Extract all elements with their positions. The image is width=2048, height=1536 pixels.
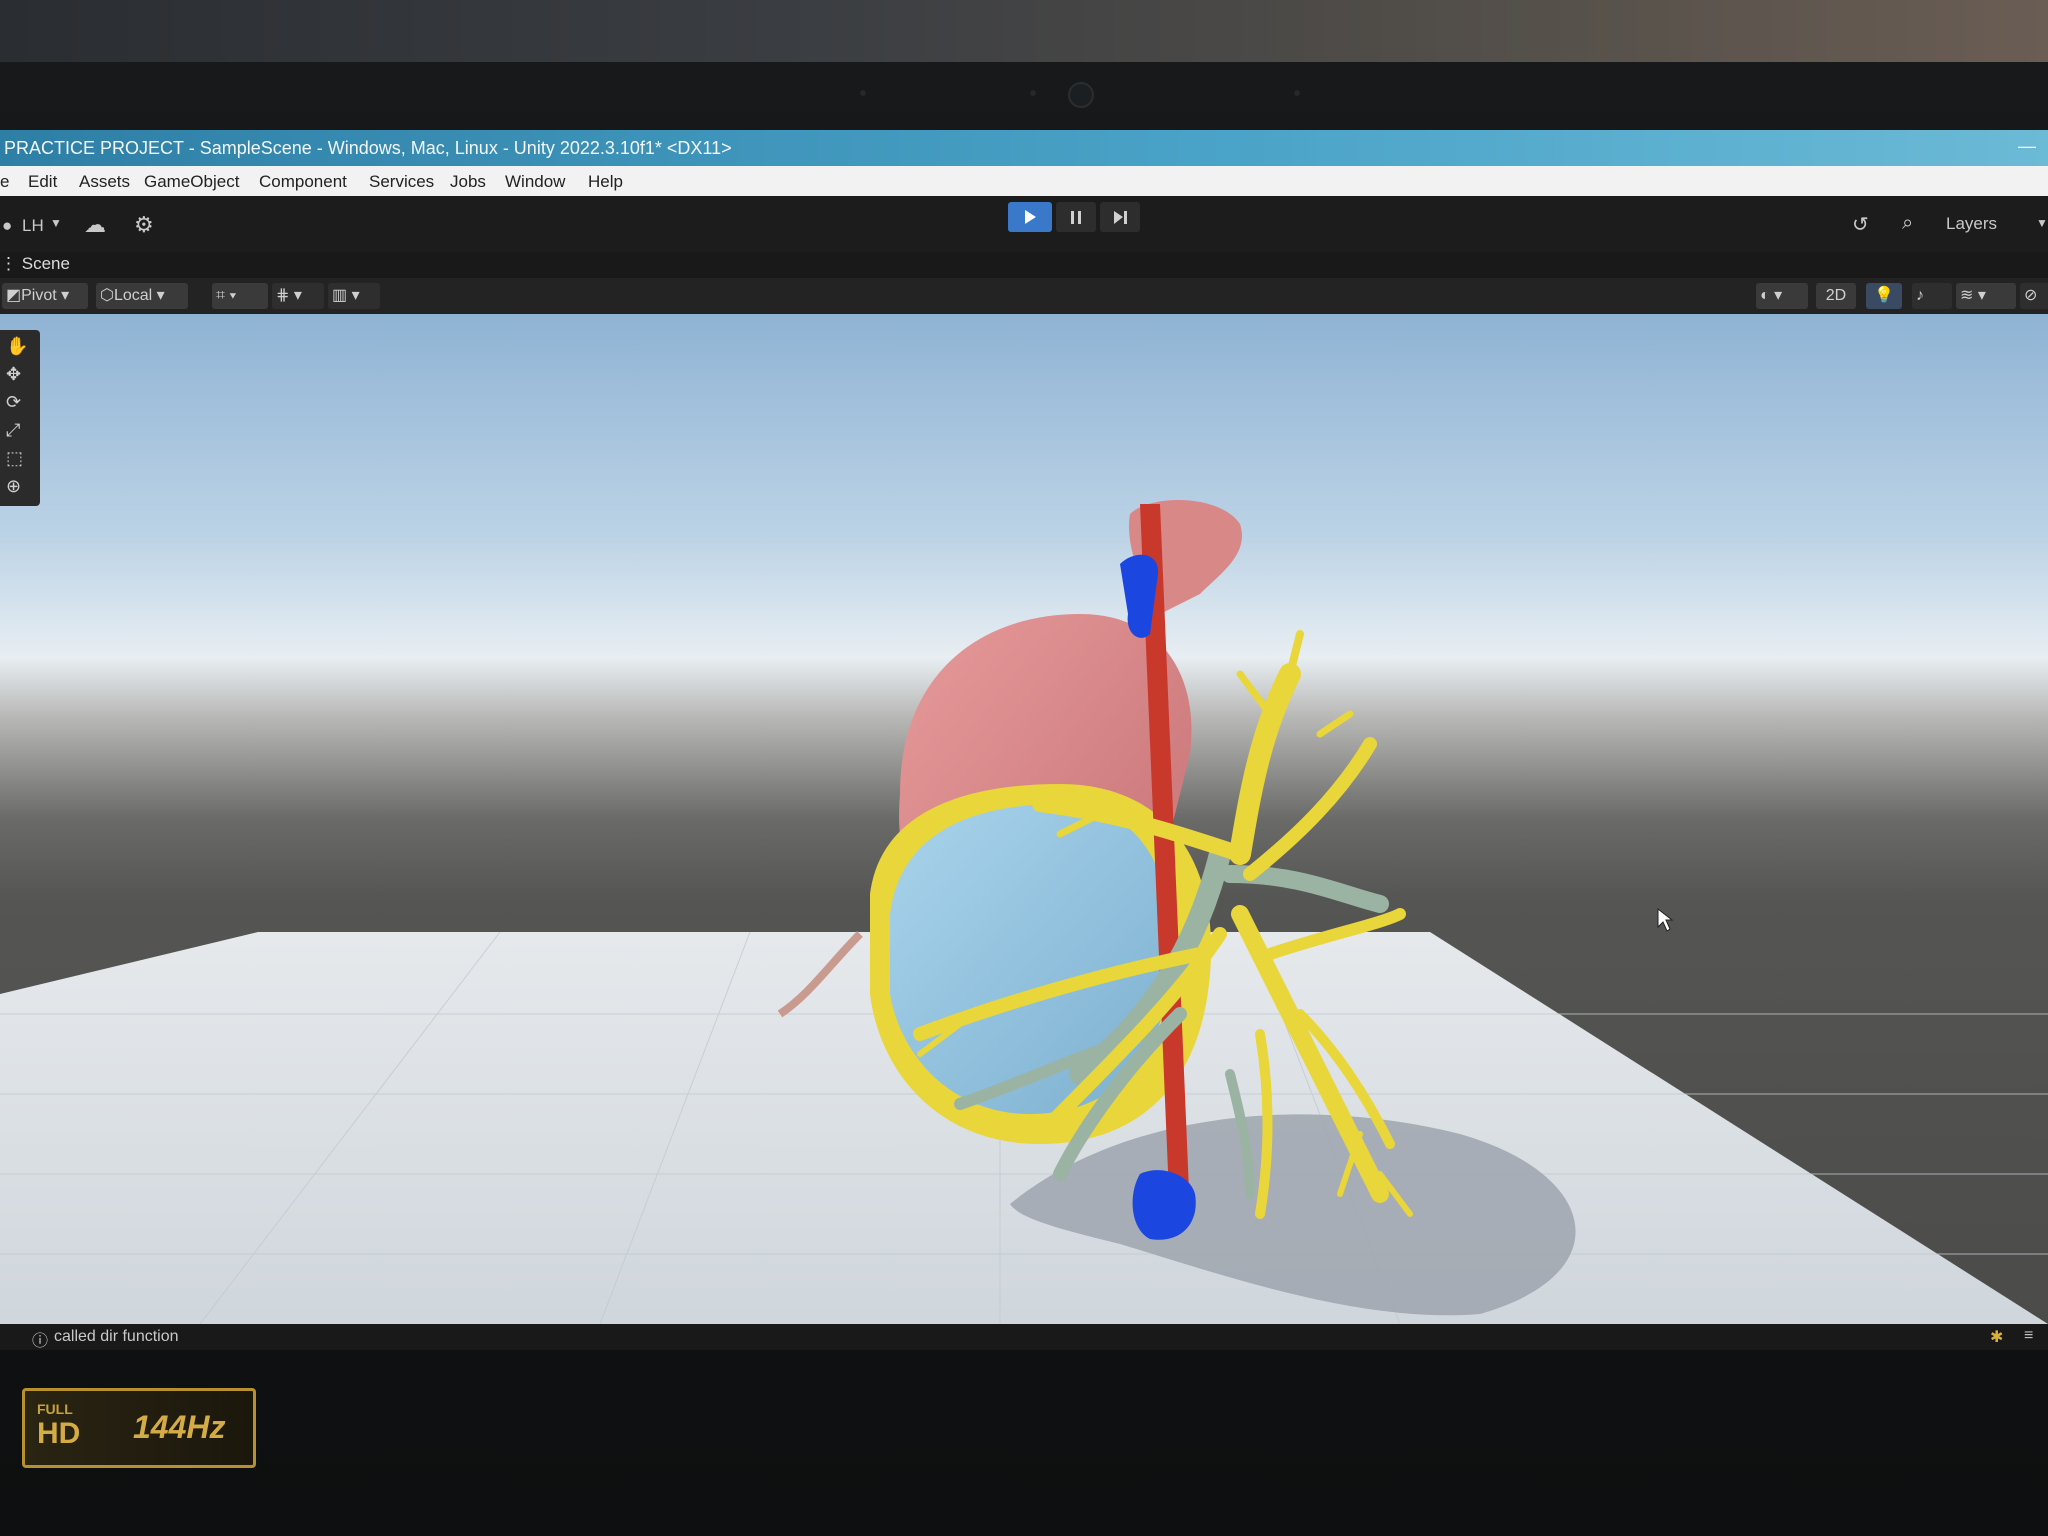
snap-increment-toggle[interactable]: ⋕ ▾	[272, 283, 324, 309]
play-icon	[1025, 210, 1036, 224]
menu-window[interactable]: Window	[505, 172, 565, 192]
display-sticker: FULL HD 144Hz	[22, 1388, 256, 1468]
minimize-button[interactable]: —	[2018, 136, 2036, 157]
sticker-refresh-rate: 144Hz	[133, 1409, 226, 1445]
visibility-toggle[interactable]: ⊘	[2020, 283, 2048, 309]
audio-toggle[interactable]: ♪	[1912, 283, 1952, 309]
window-title: PRACTICE PROJECT - SampleScene - Windows…	[4, 138, 732, 158]
local-label: Local	[113, 287, 153, 304]
move-tool-icon[interactable]: ✥	[6, 364, 30, 388]
scale-tool-icon[interactable]: ⤢	[6, 420, 30, 444]
sticker-full: FULL	[37, 1401, 73, 1417]
eye-icon: ⊘	[2024, 287, 2038, 304]
history-icon[interactable]: ↺	[1852, 212, 1869, 237]
menu-services[interactable]: Services	[369, 172, 434, 192]
account-dropdown[interactable]: LH	[22, 216, 44, 236]
tab-scene-label: Scene	[21, 254, 70, 273]
snap-icon: ⋕	[276, 287, 290, 304]
menu-gameobject[interactable]: GameObject	[144, 172, 239, 192]
grid-snap-toggle[interactable]: ⌗ ▾	[212, 283, 268, 309]
bezel-sensor	[1294, 90, 1300, 96]
console-message[interactable]: called dir function	[54, 1328, 179, 1346]
step-icon	[1114, 211, 1127, 224]
scene-tool-strip: ✋ ✥ ⟳ ⤢ ⬚ ⊕	[0, 330, 40, 506]
play-button[interactable]	[1008, 202, 1052, 232]
menu-component[interactable]: Component	[259, 172, 347, 192]
chevron-down-icon: ▼	[2036, 216, 2048, 230]
window-titlebar: PRACTICE PROJECT - SampleScene - Windows…	[0, 130, 2048, 166]
local-dropdown[interactable]: ⬡Local ▾	[96, 283, 188, 309]
pivot-label: Pivot	[21, 287, 57, 304]
local-icon: ⬡	[100, 287, 114, 304]
tab-scene[interactable]: ⋮ Scene	[0, 254, 70, 274]
pause-icon	[1071, 211, 1081, 224]
menu-help[interactable]: Help	[588, 172, 623, 192]
tab-bar: ⋮ Scene	[0, 252, 2048, 278]
sticker-hd: HD	[37, 1417, 81, 1450]
laptop-screen: PRACTICE PROJECT - SampleScene - Windows…	[0, 130, 2048, 1350]
draw-mode-dropdown[interactable]: ◐ ▾	[1756, 283, 1808, 309]
ruler-icon: ▥	[332, 287, 348, 304]
pivot-icon: ◩	[6, 287, 22, 304]
scene-render	[0, 500, 2048, 1324]
menu-jobs[interactable]: Jobs	[450, 172, 486, 192]
menu-bar: e Edit Assets GameObject Component Servi…	[0, 166, 2048, 196]
layers-dropdown[interactable]: Layers	[1946, 214, 1997, 234]
mode-2d-toggle[interactable]: 2D	[1816, 283, 1856, 309]
stack-icon[interactable]: ≡	[2024, 1327, 2033, 1345]
scene-toolbar: ◩Pivot ▾ ⬡Local ▾ ⌗ ▾ ⋕ ▾ ▥ ▾ ◐ ▾ 2D 💡 ♪…	[0, 278, 2048, 314]
lighting-toggle[interactable]: 💡	[1866, 283, 1902, 309]
lightbulb-icon: 💡	[1874, 287, 1894, 304]
audio-icon: ♪	[1916, 287, 1924, 304]
grid-icon: ⌗	[216, 287, 226, 304]
effects-dropdown[interactable]: ≋ ▾	[1956, 283, 2016, 309]
menu-edit[interactable]: Edit	[28, 172, 57, 192]
effects-icon: ≋	[1960, 287, 1974, 304]
info-icon: ⓘ	[32, 1333, 49, 1350]
rotate-tool-icon[interactable]: ⟳	[6, 392, 30, 416]
pause-button[interactable]	[1056, 202, 1096, 232]
rect-tool-icon[interactable]: ⬚	[6, 448, 30, 472]
main-toolbar: ● LH ▼ ☁ ⚙ ↺ ⌕ Layers ▼	[0, 196, 2048, 252]
pivot-dropdown[interactable]: ◩Pivot ▾	[2, 283, 88, 309]
status-bar: ⓘ called dir function ✱ ≡	[0, 1324, 2048, 1350]
settings-icon[interactable]: ⚙	[134, 212, 154, 238]
shading-icon: ◐	[1760, 287, 1770, 304]
search-icon[interactable]: ⌕	[1902, 212, 1913, 235]
cloud-icon[interactable]: ☁	[84, 212, 106, 238]
mouse-cursor	[1657, 907, 1674, 932]
bezel-sensor	[860, 90, 866, 96]
webcam	[1068, 82, 1094, 108]
step-button[interactable]	[1100, 202, 1140, 232]
bezel-sensor	[1030, 90, 1036, 96]
scene-viewport[interactable]: ✋ ✥ ⟳ ⤢ ⬚ ⊕	[0, 314, 2048, 1324]
menu-file[interactable]: e	[0, 172, 9, 192]
chevron-down-icon: ▼	[50, 216, 62, 230]
ruler-toggle[interactable]: ▥ ▾	[328, 283, 380, 309]
hand-tool-icon[interactable]: ✋	[6, 336, 30, 360]
menu-assets[interactable]: Assets	[79, 172, 130, 192]
debug-icon[interactable]: ✱	[1990, 1327, 2003, 1347]
account-icon[interactable]: ●	[2, 216, 12, 236]
transform-tool-icon[interactable]: ⊕	[6, 476, 30, 500]
